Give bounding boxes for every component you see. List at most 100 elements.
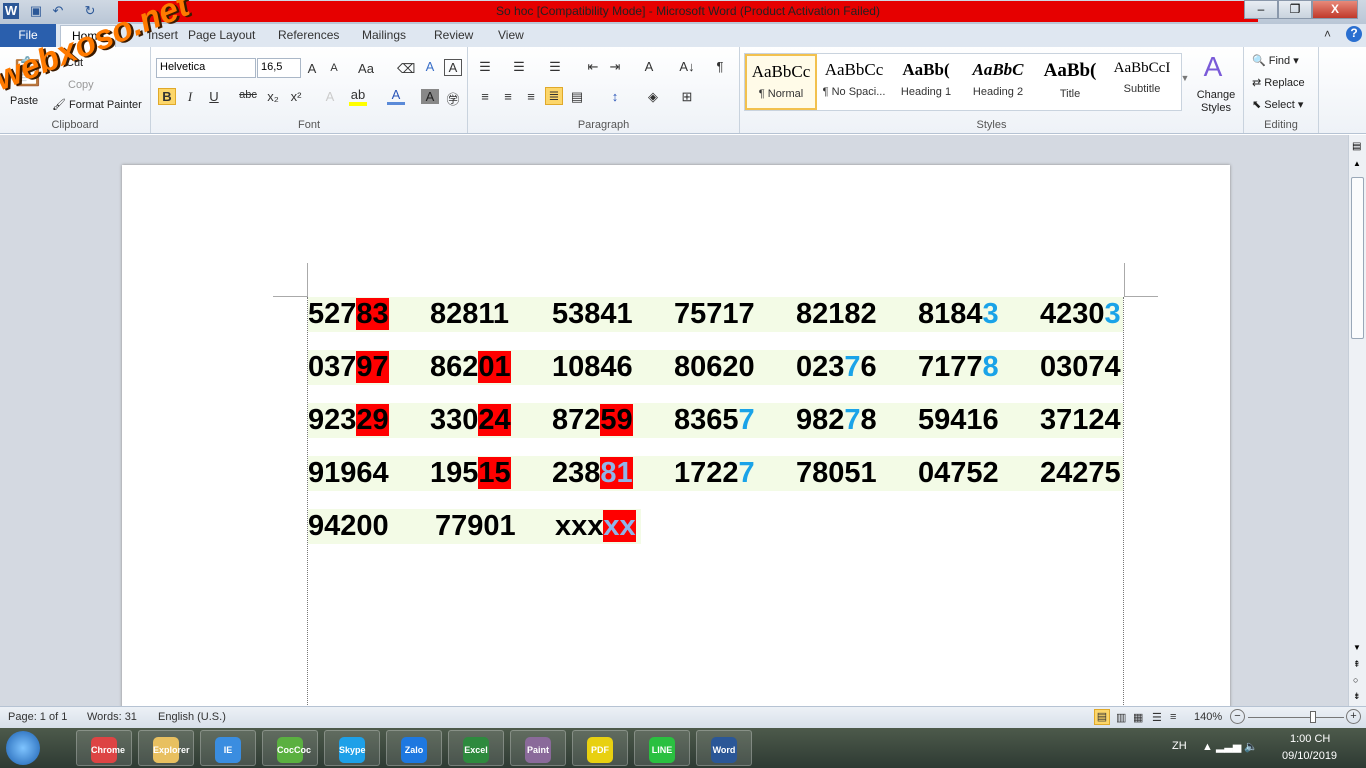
draft-icon[interactable]: ≡	[1170, 711, 1176, 723]
zoom-out-icon[interactable]: −	[1230, 709, 1245, 724]
language[interactable]: English (U.S.)	[158, 711, 226, 723]
number-cell[interactable]: 81843	[918, 297, 999, 332]
multilevel-list-icon[interactable]: ☰	[546, 59, 564, 75]
number-cell[interactable]: 03797	[308, 350, 389, 385]
borders-icon[interactable]: ⊞	[678, 89, 696, 105]
full-screen-reading-icon[interactable]: ▥	[1116, 711, 1126, 724]
number-cell[interactable]: 91964	[308, 456, 389, 491]
scroll-thumb[interactable]	[1351, 177, 1364, 339]
number-cell[interactable]: 02376	[796, 350, 877, 385]
distributed-icon[interactable]: ▤	[568, 89, 586, 105]
replace-button[interactable]: ⇄ Replace	[1252, 76, 1305, 89]
taskbar-app-pdf[interactable]: PDF	[572, 730, 628, 766]
clear-formatting-icon[interactable]: ⌫	[397, 61, 415, 77]
center-icon[interactable]: ≡	[499, 89, 517, 104]
scroll-up-icon[interactable]: ▲	[1353, 159, 1361, 168]
number-cell[interactable]: 78051	[796, 456, 877, 491]
number-cell[interactable]: 87259	[552, 403, 633, 438]
taskbar-app-paint[interactable]: Paint	[510, 730, 566, 766]
tab-mailings[interactable]: Mailings	[362, 28, 406, 42]
taskbar-app-excel[interactable]: Excel	[448, 730, 504, 766]
number-cell[interactable]: 71778	[918, 350, 999, 385]
tab-view[interactable]: View	[498, 28, 524, 42]
taskbar-app-explorer[interactable]: Explorer	[138, 730, 194, 766]
highlight-icon[interactable]: ab	[349, 87, 367, 106]
superscript-icon[interactable]: x²	[287, 89, 305, 104]
change-styles-button[interactable]: Change Styles	[1196, 89, 1236, 115]
number-cell[interactable]: 19515	[430, 456, 511, 491]
number-cell[interactable]: 52783	[308, 297, 389, 332]
number-cell[interactable]: 80620	[674, 350, 755, 385]
taskbar-app-ie[interactable]: IE	[200, 730, 256, 766]
print-layout-icon[interactable]: ▤	[1094, 709, 1110, 725]
decrease-indent-icon[interactable]: ⇤	[584, 59, 602, 75]
style-no-spacing[interactable]: AaBbCc ¶ No Spaci...	[818, 54, 890, 110]
number-cell[interactable]: 03074	[1040, 350, 1121, 385]
styles-more-icon[interactable]: ▼	[1176, 73, 1194, 83]
input-language[interactable]: ZH	[1172, 740, 1187, 752]
tab-references[interactable]: References	[278, 28, 339, 42]
number-cell[interactable]: 42303	[1040, 297, 1121, 332]
word-count[interactable]: Words: 31	[87, 711, 137, 723]
number-cell[interactable]: 59416	[918, 403, 999, 438]
number-cell[interactable]: 33024	[430, 403, 511, 438]
number-cell[interactable]: 82182	[796, 297, 877, 332]
taskbar-app-coccoc[interactable]: CocCoc	[262, 730, 318, 766]
paste-button[interactable]: Paste	[10, 95, 38, 107]
start-button[interactable]	[6, 731, 40, 765]
find-button[interactable]: 🔍 Find ▾	[1252, 54, 1299, 67]
taskbar-app-chrome[interactable]: Chrome	[76, 730, 132, 766]
shading-icon[interactable]: ◈	[644, 89, 662, 105]
underline-icon[interactable]: U	[205, 89, 223, 104]
grow-font-icon[interactable]: A	[303, 61, 321, 76]
number-cell[interactable]: 86201	[430, 350, 511, 385]
cut-button[interactable]: Cut	[66, 57, 83, 69]
line-spacing-icon[interactable]: ↕	[606, 89, 624, 104]
tab-review[interactable]: Review	[434, 28, 473, 42]
number-cell[interactable]: 23881	[552, 456, 633, 491]
text-direction-icon[interactable]: A	[640, 59, 658, 74]
previous-page-icon[interactable]: ⇞	[1353, 659, 1361, 670]
bold-icon[interactable]: B	[158, 88, 176, 105]
character-border-icon[interactable]: A	[444, 59, 462, 76]
font-size-select[interactable]: 16,5	[257, 58, 301, 78]
text-effects-icon[interactable]: A	[321, 89, 339, 104]
minimize-button[interactable]: –	[1244, 0, 1278, 19]
align-right-icon[interactable]: ≡	[522, 89, 540, 104]
taskbar-app-zalo[interactable]: Zalo	[386, 730, 442, 766]
zoom-slider[interactable]	[1248, 717, 1344, 718]
subscript-icon[interactable]: x₂	[264, 89, 282, 104]
undo-icon[interactable]: ↶	[50, 3, 66, 19]
help-icon[interactable]: ?	[1346, 26, 1362, 42]
restore-button[interactable]: ❐	[1278, 0, 1312, 19]
zoom-slider-thumb[interactable]	[1309, 711, 1316, 723]
italic-icon[interactable]: I	[181, 89, 199, 105]
show-formatting-icon[interactable]: ¶	[711, 59, 729, 74]
taskbar-app-line[interactable]: LINE	[634, 730, 690, 766]
number-cell[interactable]: 10846	[552, 350, 633, 385]
style-heading-1[interactable]: AaBb(Heading 1	[890, 54, 962, 110]
number-cell[interactable]: 24275	[1040, 456, 1121, 491]
number-cell[interactable]: 94200	[308, 509, 389, 544]
phonetic-guide-icon[interactable]: A	[421, 59, 439, 74]
zoom-in-icon[interactable]: +	[1346, 709, 1361, 724]
redo-icon[interactable]: ↻	[82, 3, 98, 19]
number-cell[interactable]: xxxxx	[555, 509, 636, 544]
number-cell[interactable]: 77901	[435, 509, 516, 544]
copy-button[interactable]: Copy	[68, 79, 94, 91]
sort-icon[interactable]: A↓	[678, 59, 696, 74]
next-page-icon[interactable]: ⇟	[1353, 691, 1361, 702]
enclose-characters-icon[interactable]: ㊫	[444, 89, 462, 108]
change-styles-icon[interactable]: A	[1198, 51, 1228, 83]
outline-icon[interactable]: ☰	[1152, 711, 1162, 724]
taskbar-app-skype[interactable]: Skype	[324, 730, 380, 766]
tab-page-layout[interactable]: Page Layout	[188, 28, 255, 42]
tray-icons[interactable]: ▲ ▂▃▅ 🔈	[1202, 740, 1258, 753]
web-layout-icon[interactable]: ▦	[1133, 711, 1143, 724]
style-subtitle[interactable]: AaBbCcI Subtitle	[1106, 54, 1178, 110]
number-cell[interactable]: 82811	[430, 297, 509, 332]
format-painter-button[interactable]: 🖌 Format Painter	[52, 98, 142, 111]
clock-time[interactable]: 1:00 CH	[1290, 733, 1330, 745]
font-color-icon[interactable]: A	[387, 87, 405, 105]
number-cell[interactable]: 04752	[918, 456, 999, 491]
